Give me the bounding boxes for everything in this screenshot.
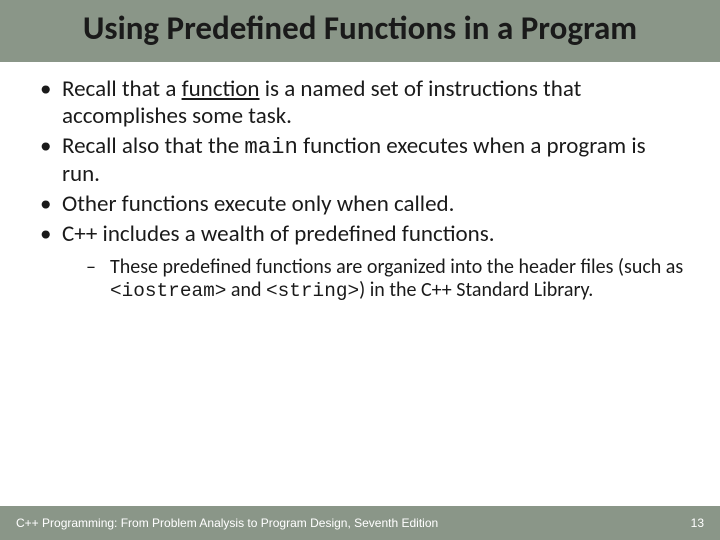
bullet-item: Recall that a function is a named set of… xyxy=(36,76,684,130)
text: These predefined functions are organized… xyxy=(110,255,683,279)
page-number: 13 xyxy=(691,516,704,530)
footer-source: C++ Programming: From Problem Analysis t… xyxy=(16,516,438,530)
content-area: Recall that a function is a named set of… xyxy=(0,62,720,540)
text: Other functions execute only when called… xyxy=(62,190,454,218)
text: Recall that a xyxy=(62,75,182,103)
bullet-item: Other functions execute only when called… xyxy=(36,191,684,218)
code-term: main xyxy=(244,134,298,160)
sub-list: These predefined functions are organized… xyxy=(62,256,684,303)
text: ) in the C++ Standard Library. xyxy=(359,278,593,302)
footer-bar: C++ Programming: From Problem Analysis t… xyxy=(0,506,720,540)
slide-title: Using Predefined Functions in a Program xyxy=(40,10,680,48)
code-term: <iostream> xyxy=(110,280,226,302)
slide: Using Predefined Functions in a Program … xyxy=(0,0,720,540)
underlined-term: function xyxy=(182,75,260,103)
bullet-list: Recall that a function is a named set of… xyxy=(36,76,684,303)
code-term: <string> xyxy=(266,280,359,302)
sub-bullet-item: These predefined functions are organized… xyxy=(76,256,684,303)
text: C++ includes a wealth of predefined func… xyxy=(62,220,495,248)
title-bar: Using Predefined Functions in a Program xyxy=(0,0,720,62)
text: Recall also that the xyxy=(62,132,244,160)
bullet-item: C++ includes a wealth of predefined func… xyxy=(36,221,684,304)
text: and xyxy=(226,278,266,302)
bullet-item: Recall also that the main function execu… xyxy=(36,133,684,187)
